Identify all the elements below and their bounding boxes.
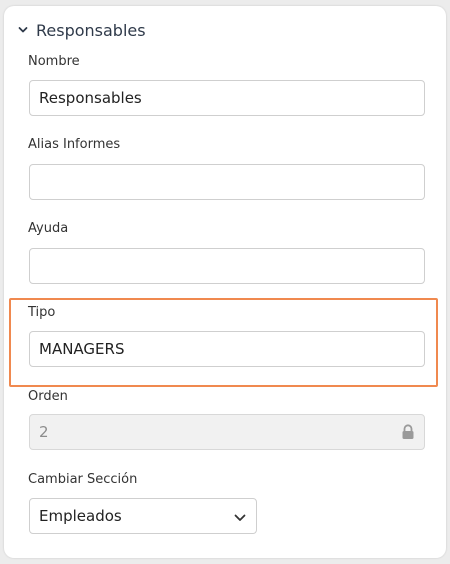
section-panel: Responsables Nombre Alias Informes Ayuda… xyxy=(4,6,446,558)
orden-label: Orden xyxy=(28,389,68,404)
orden-field xyxy=(29,414,425,450)
section-toggle[interactable]: Responsables xyxy=(18,20,146,40)
tipo-field[interactable] xyxy=(29,331,425,367)
nombre-label: Nombre xyxy=(28,54,80,69)
lock-icon xyxy=(401,424,415,440)
ayuda-field[interactable] xyxy=(29,248,425,284)
alias-informes-label: Alias Informes xyxy=(28,137,121,152)
cambiar-seccion-value: Empleados xyxy=(39,507,122,525)
cambiar-seccion-select[interactable]: Empleados xyxy=(29,498,257,534)
alias-informes-field[interactable] xyxy=(29,164,425,200)
orden-field-wrapper xyxy=(29,414,425,450)
cambiar-seccion-label: Cambiar Sección xyxy=(28,472,138,487)
ayuda-label: Ayuda xyxy=(28,221,69,236)
chevron-down-icon xyxy=(234,507,246,526)
tipo-label: Tipo xyxy=(28,305,56,320)
chevron-down-icon xyxy=(18,24,30,36)
nombre-field[interactable] xyxy=(29,80,425,116)
section-title: Responsables xyxy=(36,20,146,40)
